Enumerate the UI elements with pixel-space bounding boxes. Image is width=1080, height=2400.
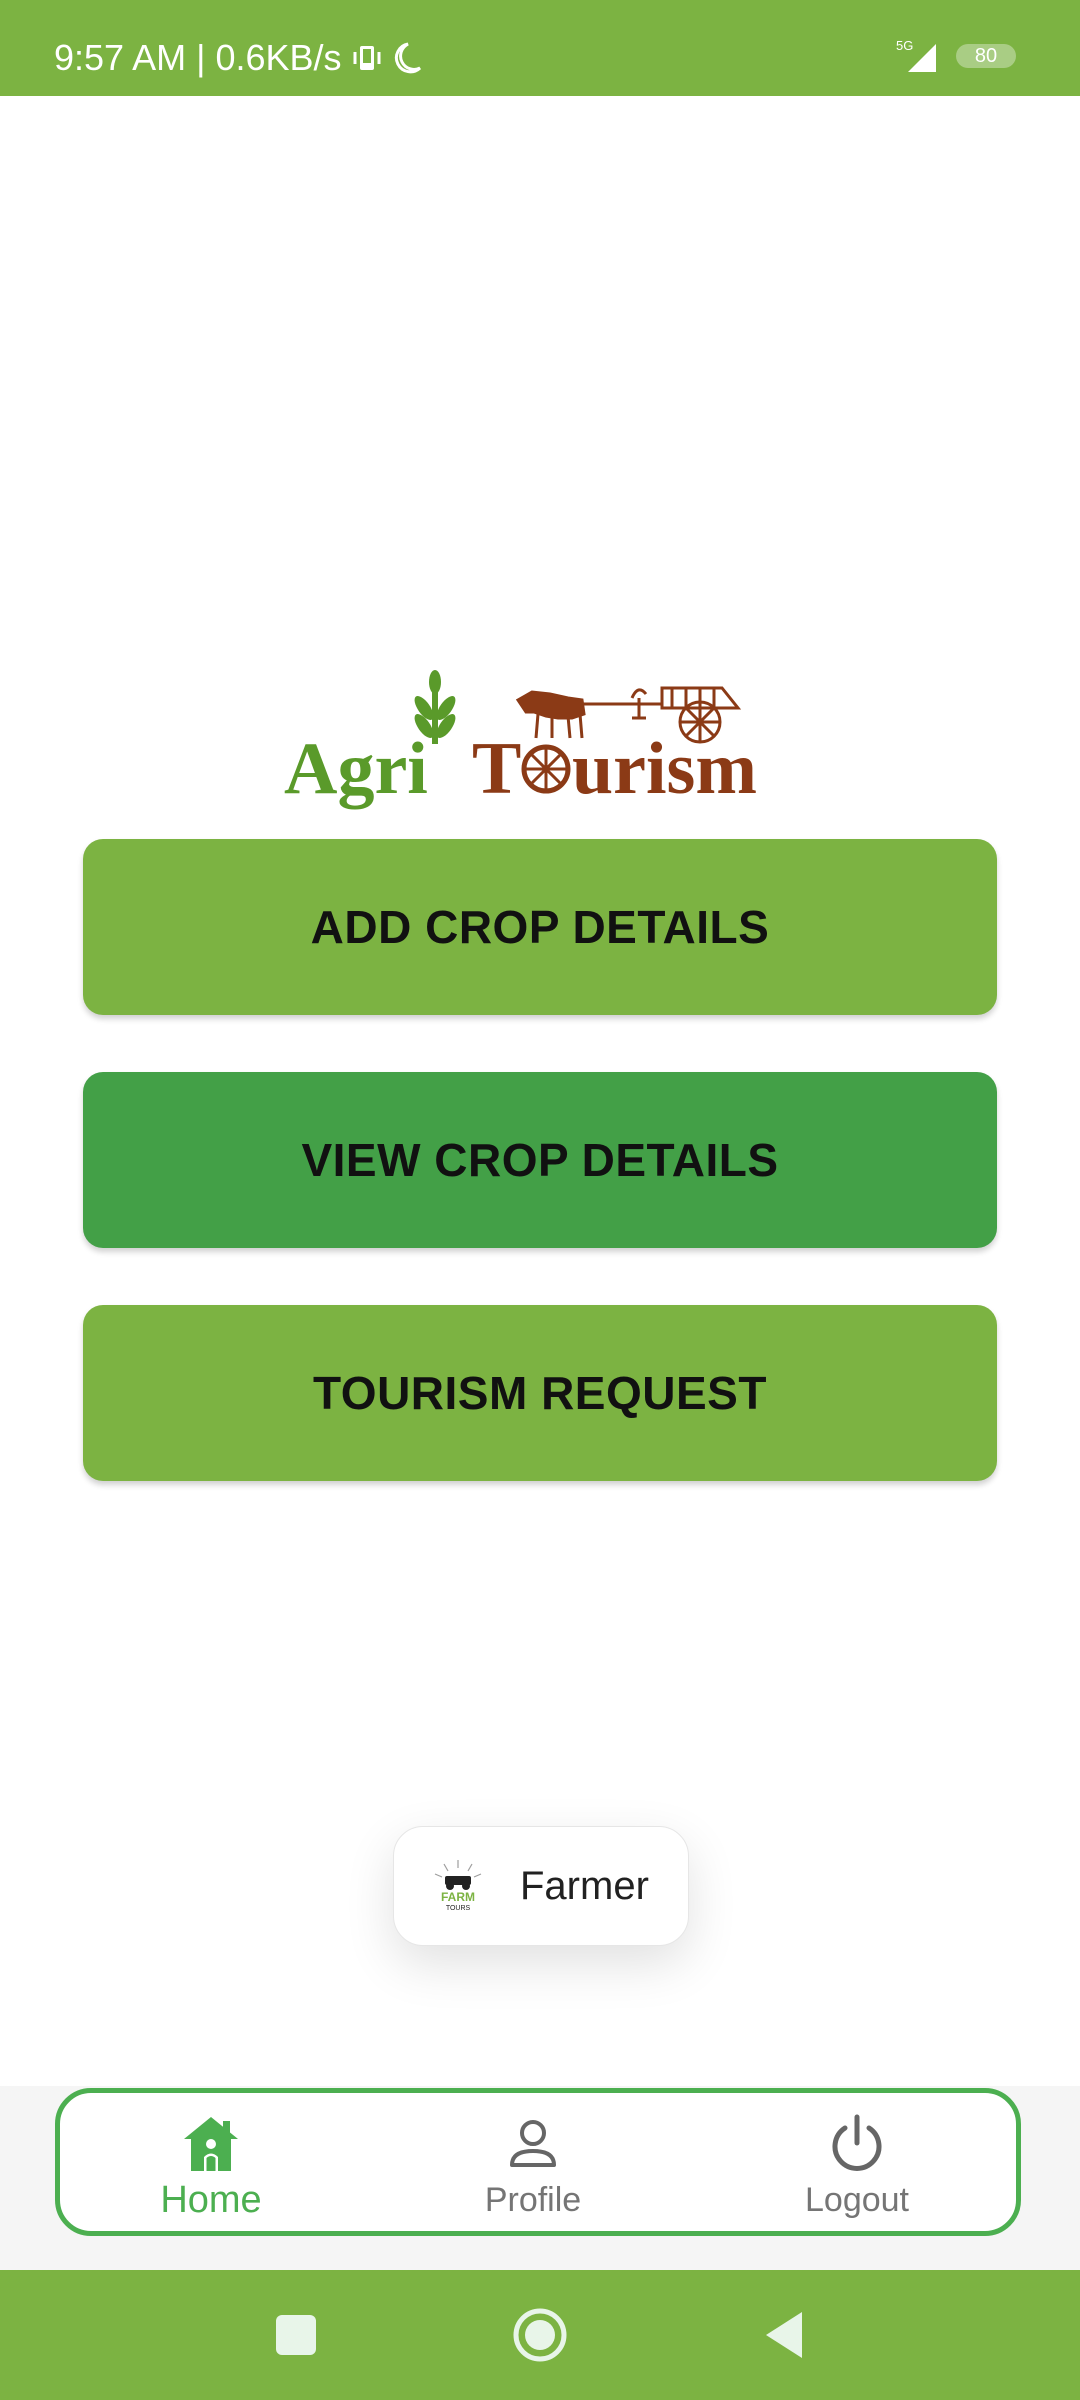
- recent-apps-icon: [276, 2315, 316, 2355]
- network-label: 5G: [896, 38, 913, 53]
- tourism-request-button[interactable]: TOURISM REQUEST: [83, 1305, 997, 1481]
- signal-icon: 5G: [896, 38, 936, 72]
- tourism-request-label: TOURISM REQUEST: [313, 1367, 767, 1419]
- home-icon: [184, 2117, 238, 2171]
- toast-message: FARM TOURS Farmer: [393, 1826, 689, 1946]
- tours-logo-text: TOURS: [446, 1905, 471, 1912]
- cart-wheel-icon: [521, 744, 571, 794]
- logo-word-urism: urism: [572, 728, 757, 810]
- logo-word-agri: Agri: [284, 728, 428, 810]
- status-bar: 9:57 AM | 0.6KB/s 5G 80: [0, 0, 1080, 96]
- system-navigation-bar: [0, 2270, 1080, 2400]
- farm-tours-logo-icon: FARM TOURS: [434, 1860, 482, 1912]
- back-button[interactable]: [744, 2270, 824, 2400]
- nav-logout-label: Logout: [805, 2181, 909, 2219]
- status-time-speed: 9:57 AM | 0.6KB/s: [54, 37, 342, 78]
- power-icon: [832, 2114, 882, 2171]
- back-icon: [766, 2312, 802, 2358]
- nav-home-label: Home: [160, 2179, 262, 2221]
- nav-profile-label: Profile: [484, 2181, 582, 2219]
- view-crop-details-label: VIEW CROP DETAILS: [301, 1134, 779, 1186]
- status-right: 5G 80: [896, 38, 1016, 74]
- nav-logout[interactable]: Logout: [727, 2113, 987, 2223]
- bottom-navigation: Home Profile Logout: [55, 2088, 1021, 2236]
- home-circle-icon: [513, 2308, 567, 2362]
- system-home-button[interactable]: [500, 2270, 580, 2400]
- farm-logo-text: FARM: [441, 1890, 475, 1904]
- profile-icon: [510, 2120, 556, 2167]
- battery-icon: 80: [956, 44, 1016, 68]
- moon-icon: [394, 42, 421, 74]
- nav-home[interactable]: Home: [81, 2113, 341, 2223]
- logo-letter-t: T: [472, 728, 521, 810]
- app-logo: Agri T urism: [284, 670, 757, 810]
- recent-apps-button[interactable]: [256, 2270, 336, 2400]
- status-left: 9:57 AM | 0.6KB/s: [54, 40, 422, 76]
- add-crop-details-button[interactable]: ADD CROP DETAILS: [83, 839, 997, 1015]
- nav-profile[interactable]: Profile: [403, 2113, 663, 2223]
- add-crop-details-label: ADD CROP DETAILS: [310, 901, 770, 953]
- vibrate-icon: [353, 46, 381, 70]
- view-crop-details-button[interactable]: VIEW CROP DETAILS: [83, 1072, 997, 1248]
- toast-text: Farmer: [520, 1863, 649, 1908]
